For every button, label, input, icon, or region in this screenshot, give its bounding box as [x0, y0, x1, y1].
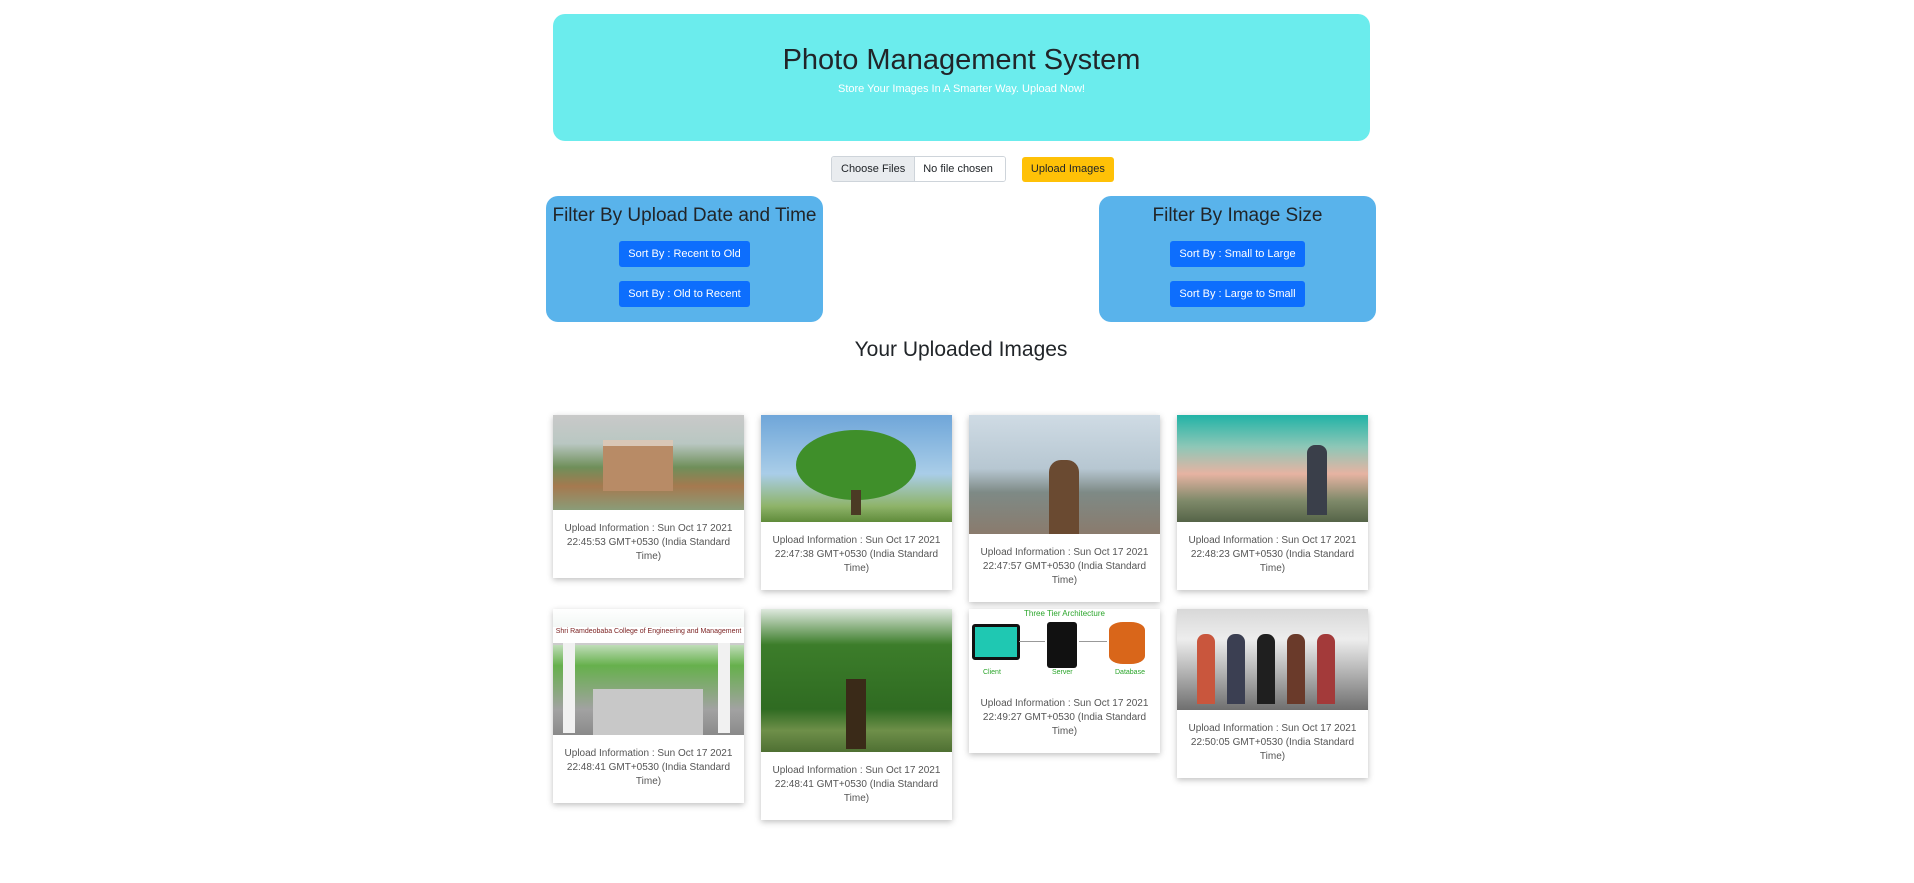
image-card[interactable]: Upload Information : Sun Oct 17 2021 22:… — [761, 609, 952, 820]
image-card[interactable]: Upload Information : Sun Oct 17 2021 22:… — [761, 415, 952, 590]
upload-info: Upload Information : Sun Oct 17 2021 22:… — [1188, 535, 1357, 574]
gallery-image-hiker[interactable] — [969, 415, 1160, 534]
upload-info: Upload Information : Sun Oct 17 2021 22:… — [772, 535, 941, 574]
page-title: Photo Management System — [782, 44, 1141, 76]
upload-info: Upload Information : Sun Oct 17 2021 22:… — [772, 765, 941, 804]
college-banner-text: Shri Ramdeobaba College of Engineering a… — [555, 628, 742, 635]
upload-info: Upload Information : Sun Oct 17 2021 22:… — [980, 547, 1149, 586]
gallery-image-balloons[interactable] — [1177, 415, 1368, 522]
image-card[interactable]: Upload Information : Sun Oct 17 2021 22:… — [969, 415, 1160, 602]
sort-recent-to-old-button[interactable]: Sort By : Recent to Old — [619, 241, 750, 267]
client-label: Client — [983, 669, 1001, 676]
gallery-image-campus[interactable] — [553, 415, 744, 510]
filter-by-date-panel: Filter By Upload Date and Time Sort By :… — [546, 196, 823, 322]
gallery-title: Your Uploaded Images — [854, 338, 1068, 361]
filter-by-size-panel: Filter By Image Size Sort By : Small to … — [1099, 196, 1376, 322]
database-icon — [1109, 622, 1145, 664]
sort-old-to-recent-button[interactable]: Sort By : Old to Recent — [619, 281, 750, 307]
upload-info: Upload Information : Sun Oct 17 2021 22:… — [564, 523, 733, 562]
gallery-image-tree[interactable] — [761, 415, 952, 522]
diagram-title: Three Tier Architecture — [1024, 609, 1105, 618]
gallery-image-college-gate[interactable]: Shri Ramdeobaba College of Engineering a… — [553, 609, 744, 735]
choose-files-button[interactable]: Choose Files — [832, 157, 916, 181]
image-card[interactable]: Shri Ramdeobaba College of Engineering a… — [553, 609, 744, 803]
filter-size-title: Filter By Image Size — [1152, 205, 1323, 226]
server-icon — [1047, 622, 1077, 668]
image-card[interactable]: Upload Information : Sun Oct 17 2021 22:… — [1177, 415, 1368, 590]
page-subtitle: Store Your Images In A Smarter Way. Uplo… — [837, 83, 1085, 95]
upload-info: Upload Information : Sun Oct 17 2021 22:… — [1188, 723, 1357, 762]
image-card[interactable]: Upload Information : Sun Oct 17 2021 22:… — [553, 415, 744, 578]
image-card[interactable]: Upload Information : Sun Oct 17 2021 22:… — [1177, 609, 1368, 778]
header-banner: Photo Management System Store Your Image… — [553, 14, 1370, 141]
upload-info: Upload Information : Sun Oct 17 2021 22:… — [564, 748, 733, 787]
file-status-text: No file chosen — [915, 157, 1005, 181]
client-icon — [972, 624, 1020, 660]
sort-large-to-small-button[interactable]: Sort By : Large to Small — [1170, 281, 1305, 307]
file-input[interactable]: Choose Files No file chosen — [831, 156, 1006, 182]
upload-info: Upload Information : Sun Oct 17 2021 22:… — [980, 698, 1149, 737]
sort-small-to-large-button[interactable]: Sort By : Small to Large — [1170, 241, 1305, 267]
image-card[interactable]: Three Tier Architecture Client Server Da… — [969, 609, 1160, 753]
gallery-image-students[interactable] — [1177, 609, 1368, 710]
upload-images-button[interactable]: Upload Images — [1021, 156, 1114, 182]
upload-form: Choose Files No file chosen Upload Image… — [831, 156, 1114, 182]
server-label: Server — [1052, 669, 1073, 676]
gallery-image-large-tree[interactable] — [761, 609, 952, 752]
gallery-image-architecture[interactable]: Three Tier Architecture Client Server Da… — [969, 609, 1160, 685]
database-label: Database — [1115, 669, 1145, 676]
filter-date-title: Filter By Upload Date and Time — [552, 205, 817, 226]
